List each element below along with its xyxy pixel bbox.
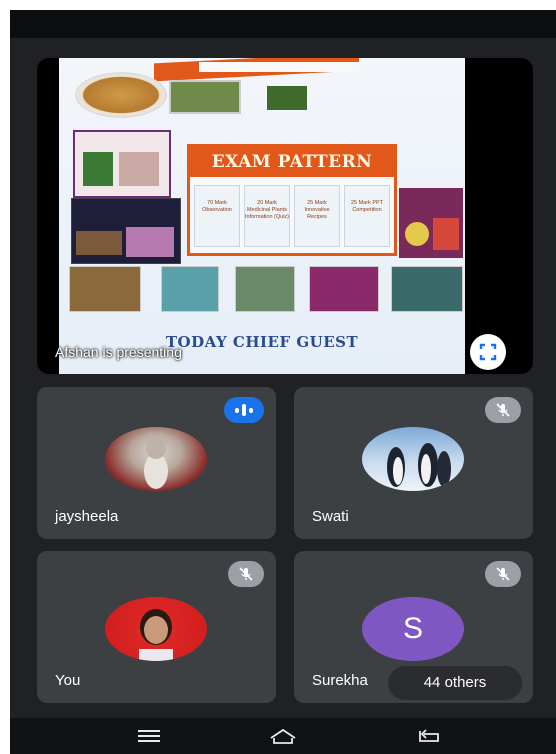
speaking-indicator <box>224 397 264 423</box>
system-nav-bar <box>10 718 556 754</box>
status-bar <box>10 10 556 38</box>
others-count-button[interactable]: 44 others <box>388 666 522 700</box>
slide-image-leaves <box>169 80 241 114</box>
menu-icon <box>138 730 160 742</box>
muted-indicator <box>485 561 521 587</box>
mic-off-icon <box>496 567 510 581</box>
user-photo-icon <box>139 609 173 661</box>
exam-col: 25 Mark Innovative Recipes <box>294 185 340 247</box>
presentation-slide: EXAM PATTERN 70 Mark Observation 20 Mark… <box>59 58 465 374</box>
muted-indicator <box>485 397 521 423</box>
nav-back-button[interactable] <box>414 726 444 746</box>
avatar-initial: S <box>362 597 464 661</box>
slide-poster-middle <box>71 198 181 264</box>
avatar <box>105 597 207 661</box>
avatar <box>105 427 207 491</box>
mic-off-icon <box>496 403 510 417</box>
nav-home-button[interactable] <box>268 726 298 746</box>
participant-tile-you[interactable]: You <box>37 551 276 703</box>
muted-indicator <box>228 561 264 587</box>
slide-thumbnail <box>161 266 219 312</box>
presenter-label: Afshan is presenting <box>55 344 182 360</box>
participant-name: Swati <box>312 508 349 525</box>
slide-image-plate <box>75 72 167 118</box>
participant-name: Surekha <box>312 672 368 689</box>
fullscreen-icon <box>479 343 497 361</box>
slide-banner-strip <box>199 62 359 72</box>
exam-pattern-columns: 70 Mark Observation 20 Mark Medicinal Pl… <box>194 185 390 247</box>
mic-off-icon <box>239 567 253 581</box>
slide-thumbnail <box>69 266 141 312</box>
presentation-tile[interactable]: EXAM PATTERN 70 Mark Observation 20 Mark… <box>37 58 533 374</box>
exam-col: 70 Mark Observation <box>194 185 240 247</box>
meet-screen: EXAM PATTERN 70 Mark Observation 20 Mark… <box>10 10 556 754</box>
exam-col: 20 Mark Medicinal Plants Information (Qu… <box>244 185 290 247</box>
slide-image-plant <box>267 86 307 110</box>
exam-pattern-board: EXAM PATTERN 70 Mark Observation 20 Mark… <box>187 144 397 256</box>
avatar <box>362 427 464 491</box>
audio-level-bar <box>242 404 246 416</box>
exam-col: 25 Mark PPT Competition <box>344 185 390 247</box>
cat-photo-icon <box>144 433 168 489</box>
exam-pattern-title: EXAM PATTERN <box>190 147 394 177</box>
audio-level-bar <box>249 407 253 413</box>
slide-poster-right <box>399 188 463 258</box>
home-icon <box>270 728 296 744</box>
audio-level-icon <box>235 407 239 413</box>
participant-name: You <box>55 672 81 689</box>
slide-thumbnail-row <box>69 266 465 312</box>
fullscreen-button[interactable] <box>470 334 506 370</box>
participant-name: jaysheela <box>55 508 119 525</box>
nav-menu-button[interactable] <box>134 726 164 746</box>
slide-thumbnail <box>391 266 463 312</box>
participant-tile-jaysheela[interactable]: jaysheela <box>37 387 276 539</box>
slide-thumbnail <box>235 266 295 312</box>
slide-thumbnail <box>309 266 379 312</box>
penguins-photo-icon <box>387 443 451 487</box>
participant-tile-swati[interactable]: Swati <box>294 387 533 539</box>
back-icon <box>419 729 439 742</box>
slide-poster-left <box>73 130 171 198</box>
